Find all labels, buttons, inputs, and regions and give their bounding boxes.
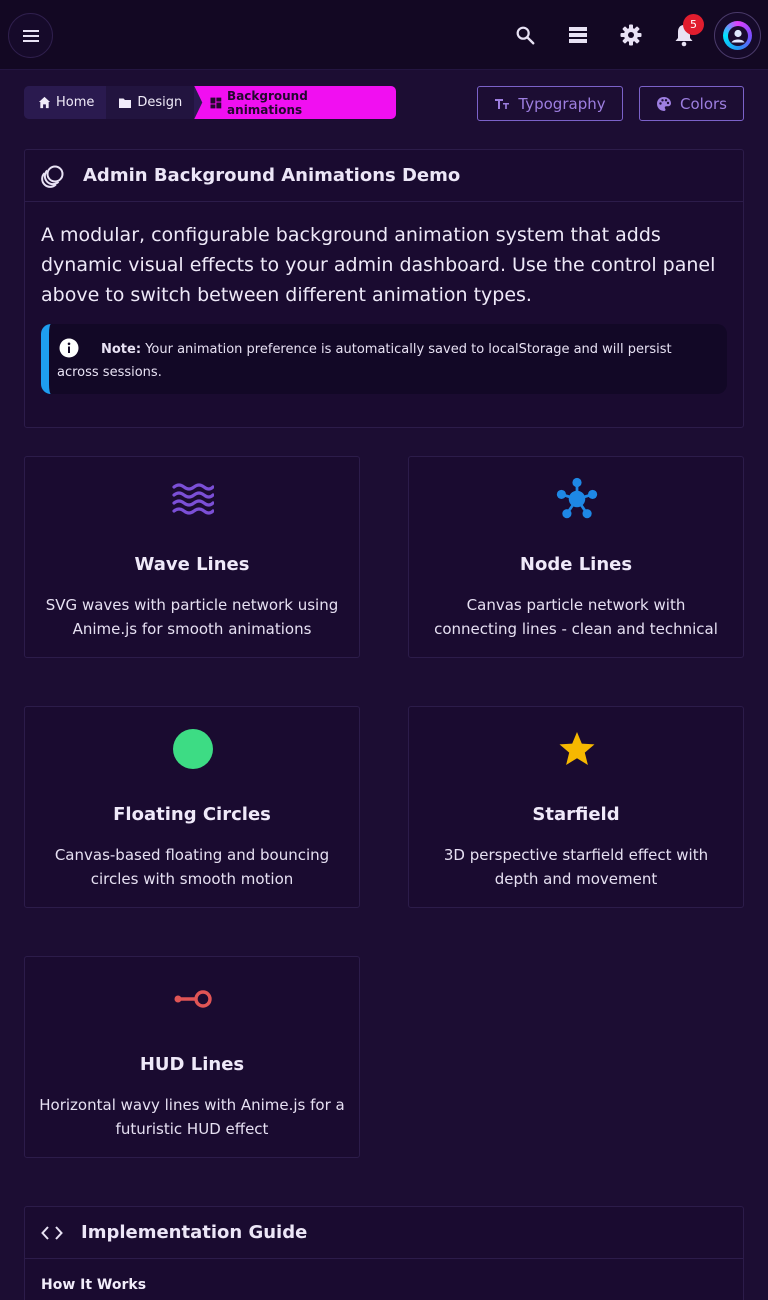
star-icon — [555, 727, 599, 771]
implementation-guide-card: Implementation Guide How It Works — [24, 1206, 744, 1300]
search-button[interactable] — [512, 22, 538, 48]
colors-button-label: Colors — [680, 94, 727, 113]
animation-card-description: Canvas particle network with connecting … — [434, 596, 718, 638]
guide-title: Implementation Guide — [81, 1222, 308, 1243]
breadcrumb-design[interactable]: Design — [106, 86, 195, 119]
user-avatar-button[interactable] — [714, 12, 761, 59]
storage-button[interactable] — [565, 22, 591, 48]
intro-card-title: Admin Background Animations Demo — [83, 165, 461, 186]
animation-card-node-lines[interactable]: Node Lines Canvas particle network with … — [408, 456, 744, 658]
code-icon — [41, 1225, 63, 1240]
animation-card-description: SVG waves with particle network using An… — [45, 596, 339, 638]
animation-card-description: Horizontal wavy lines with Anime.js for … — [39, 1096, 345, 1138]
note-text: Your animation preference is automatical… — [57, 342, 672, 380]
info-note: Note: Your animation preference is autom… — [41, 324, 727, 394]
animation-card-title: HUD Lines — [139, 1054, 245, 1075]
animation-card-title: Floating Circles — [113, 804, 271, 825]
typography-button[interactable]: Typography — [477, 86, 623, 121]
hub-icon — [555, 477, 599, 521]
folder-icon — [119, 98, 132, 108]
intro-card: Admin Background Animations Demo A modul… — [24, 149, 744, 428]
breadcrumb-home-label: Home — [56, 95, 95, 110]
settings-button[interactable] — [618, 22, 644, 48]
colors-button[interactable]: Colors — [639, 86, 744, 121]
gear-icon — [620, 24, 642, 46]
animation-card-title: Wave Lines — [134, 554, 250, 575]
search-icon — [516, 26, 535, 45]
guide-subtitle: How It Works — [41, 1277, 147, 1293]
breadcrumb-current-label: Background animations — [227, 88, 308, 117]
info-icon — [59, 338, 79, 358]
text-fields-icon — [495, 98, 510, 109]
user-icon — [727, 25, 748, 46]
animation-card-description: Canvas-based floating and bouncing circl… — [54, 846, 330, 888]
circle-icon — [171, 727, 215, 771]
animation-card-description: 3D perspective starfield effect with dep… — [443, 846, 709, 888]
breadcrumb-current: Background animations — [194, 86, 396, 119]
animation-icon — [41, 165, 64, 188]
hamburger-icon — [22, 29, 39, 42]
animation-card-starfield[interactable]: Starfield 3D perspective starfield effec… — [408, 706, 744, 908]
palette-icon — [657, 96, 671, 111]
waves-icon — [171, 477, 215, 521]
notification-badge: 5 — [683, 14, 704, 35]
intro-description: A modular, configurable background anima… — [41, 224, 716, 306]
animation-card-title: Starfield — [532, 804, 620, 825]
breadcrumb-home[interactable]: Home — [24, 86, 107, 119]
avatar — [723, 21, 752, 50]
animation-card-hud-lines[interactable]: HUD Lines Horizontal wavy lines with Ani… — [24, 956, 360, 1158]
guide-card-header: Implementation Guide — [25, 1207, 743, 1259]
home-icon — [38, 96, 51, 109]
storage-icon — [569, 27, 587, 43]
animation-card-title: Node Lines — [519, 554, 633, 575]
breadcrumb-design-label: Design — [137, 95, 183, 110]
intro-card-header: Admin Background Animations Demo — [25, 150, 743, 202]
animation-card-wave-lines[interactable]: Wave Lines SVG waves with particle netwo… — [24, 456, 360, 658]
top-navbar: 5 — [0, 0, 768, 70]
note-label: Note: — [101, 342, 142, 357]
typography-button-label: Typography — [518, 94, 606, 113]
breadcrumb: Home Design Background animations — [24, 86, 396, 119]
dashboard-icon — [210, 97, 222, 108]
hud-line-icon — [171, 977, 215, 1021]
animation-card-floating-circles[interactable]: Floating Circles Canvas-based floating a… — [24, 706, 360, 908]
menu-toggle-button[interactable] — [8, 13, 53, 58]
